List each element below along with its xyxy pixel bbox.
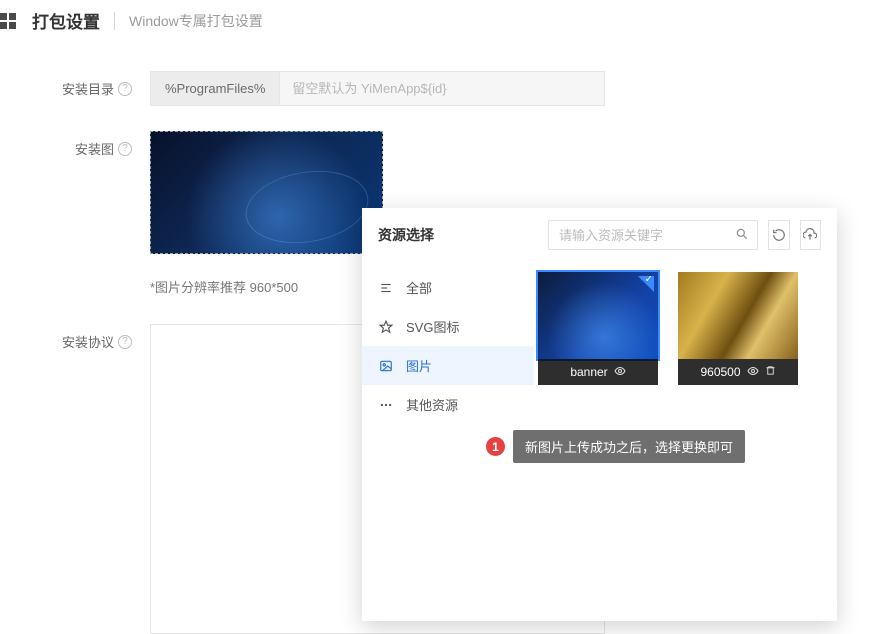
page-header: 打包设置 Window专属打包设置: [0, 0, 871, 43]
label-install-image-text: 安装图: [75, 139, 114, 158]
resource-select-popover: 资源选择 全部 SVG图标: [362, 208, 837, 621]
selected-check-icon: [638, 276, 654, 292]
category-all[interactable]: 全部: [362, 268, 534, 307]
annotation-number: 1: [486, 437, 505, 456]
refresh-button[interactable]: [768, 220, 790, 250]
install-dir-field: %ProgramFiles%: [150, 71, 605, 106]
resource-caption: banner: [538, 359, 658, 385]
annotation-callout: 1 新图片上传成功之后，选择更换即可: [486, 430, 745, 463]
label-install-image: 安装图 ?: [0, 131, 150, 158]
category-svg[interactable]: SVG图标: [362, 307, 534, 346]
page-subtitle: Window专属打包设置: [129, 11, 263, 31]
star-icon: [378, 320, 394, 334]
category-other-label: 其他资源: [406, 395, 458, 414]
resource-search[interactable]: [548, 220, 758, 250]
label-install-agreement-text: 安装协议: [62, 332, 114, 351]
resource-item-banner[interactable]: banner: [538, 272, 658, 385]
header-divider: [114, 12, 115, 30]
install-image-hint: *图片分辨率推荐 960*500: [150, 280, 298, 295]
list-icon: [378, 281, 394, 295]
label-install-dir: 安装目录 ?: [0, 71, 150, 98]
help-icon[interactable]: ?: [118, 142, 132, 156]
eye-icon[interactable]: [614, 365, 626, 380]
label-install-agreement: 安装协议 ?: [0, 324, 150, 351]
resource-thumb: [678, 272, 798, 359]
delete-icon[interactable]: [765, 365, 776, 379]
dots-icon: [378, 398, 394, 412]
label-install-dir-text: 安装目录: [62, 79, 114, 98]
annotation-text: 新图片上传成功之后，选择更换即可: [513, 430, 745, 463]
popover-header: 资源选择: [362, 208, 837, 262]
category-svg-label: SVG图标: [406, 317, 459, 336]
category-image[interactable]: 图片: [362, 346, 534, 385]
category-all-label: 全部: [406, 278, 432, 297]
help-icon[interactable]: ?: [118, 335, 132, 349]
resource-name: banner: [570, 365, 607, 379]
resource-item-960500[interactable]: 960500: [678, 272, 798, 385]
resource-thumb: [538, 272, 658, 359]
install-dir-input[interactable]: [279, 71, 605, 106]
install-dir-prefix: %ProgramFiles%: [150, 71, 279, 106]
install-image-preview[interactable]: [150, 131, 383, 254]
upload-button[interactable]: [800, 220, 822, 250]
page-title: 打包设置: [32, 8, 100, 33]
image-icon: [378, 359, 394, 373]
category-image-label: 图片: [406, 356, 432, 375]
resource-search-input[interactable]: [559, 228, 735, 243]
search-icon[interactable]: [735, 227, 749, 244]
resource-name: 960500: [700, 365, 740, 379]
resource-caption: 960500: [678, 359, 798, 385]
windows-icon: [0, 13, 18, 29]
eye-icon[interactable]: [747, 365, 759, 380]
help-icon[interactable]: ?: [118, 82, 132, 96]
popover-title: 资源选择: [378, 225, 538, 245]
category-other[interactable]: 其他资源: [362, 385, 534, 424]
row-install-dir: 安装目录 ? %ProgramFiles%: [0, 71, 871, 106]
